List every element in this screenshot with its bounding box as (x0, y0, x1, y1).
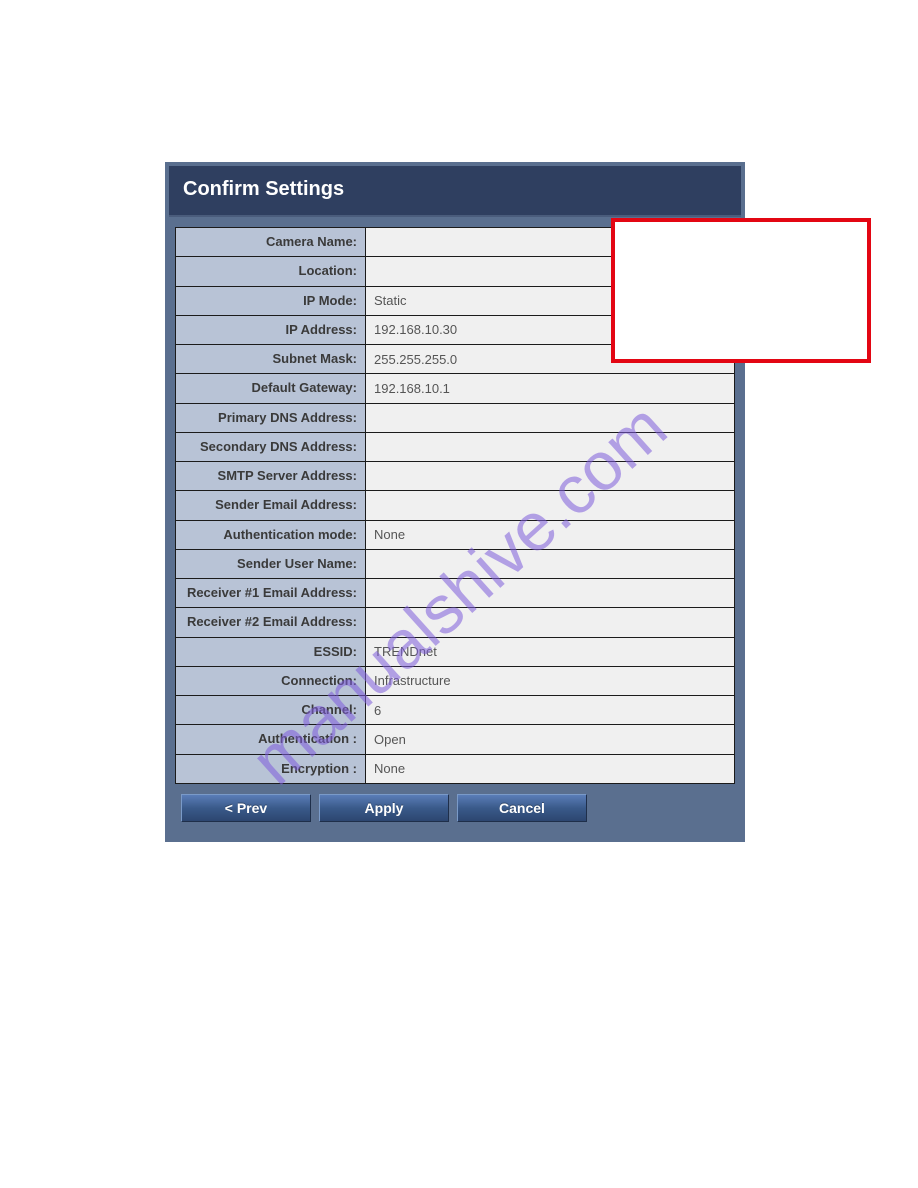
label-smtp-server: SMTP Server Address: (176, 462, 366, 491)
label-secondary-dns: Secondary DNS Address: (176, 432, 366, 461)
value-encryption: None (366, 754, 735, 783)
value-sender-username (366, 549, 735, 578)
label-authentication: Authentication : (176, 725, 366, 754)
value-authentication: Open (366, 725, 735, 754)
value-smtp-server (366, 462, 735, 491)
label-receiver1: Receiver #1 Email Address: (176, 579, 366, 608)
table-row: Encryption : None (176, 754, 735, 783)
label-sender-username: Sender User Name: (176, 549, 366, 578)
value-default-gateway: 192.168.10.1 (366, 374, 735, 403)
apply-button[interactable]: Apply (319, 794, 449, 822)
value-secondary-dns (366, 432, 735, 461)
value-receiver2 (366, 608, 735, 637)
label-camera-name: Camera Name: (176, 228, 366, 257)
value-receiver1 (366, 579, 735, 608)
label-encryption: Encryption : (176, 754, 366, 783)
label-auth-mode: Authentication mode: (176, 520, 366, 549)
label-location: Location: (176, 257, 366, 286)
value-auth-mode: None (366, 520, 735, 549)
table-row: ESSID: TRENDnet (176, 637, 735, 666)
annotation-red-box (611, 218, 871, 363)
table-row: Sender Email Address: (176, 491, 735, 520)
value-sender-email (366, 491, 735, 520)
label-primary-dns: Primary DNS Address: (176, 403, 366, 432)
label-ip-mode: IP Mode: (176, 286, 366, 315)
table-row: Receiver #1 Email Address: (176, 579, 735, 608)
label-sender-email: Sender Email Address: (176, 491, 366, 520)
panel-title: Confirm Settings (169, 166, 741, 217)
label-default-gateway: Default Gateway: (176, 374, 366, 403)
value-channel: 6 (366, 696, 735, 725)
value-connection: Infrastructure (366, 666, 735, 695)
label-receiver2: Receiver #2 Email Address: (176, 608, 366, 637)
table-row: Default Gateway: 192.168.10.1 (176, 374, 735, 403)
label-essid: ESSID: (176, 637, 366, 666)
table-row: Connection: Infrastructure (176, 666, 735, 695)
value-essid: TRENDnet (366, 637, 735, 666)
label-channel: Channel: (176, 696, 366, 725)
label-ip-address: IP Address: (176, 315, 366, 344)
table-row: Receiver #2 Email Address: (176, 608, 735, 637)
prev-button[interactable]: < Prev (181, 794, 311, 822)
value-primary-dns (366, 403, 735, 432)
table-row: Sender User Name: (176, 549, 735, 578)
table-row: Authentication mode: None (176, 520, 735, 549)
label-connection: Connection: (176, 666, 366, 695)
cancel-button[interactable]: Cancel (457, 794, 587, 822)
table-row: Primary DNS Address: (176, 403, 735, 432)
label-subnet-mask: Subnet Mask: (176, 345, 366, 374)
table-row: Secondary DNS Address: (176, 432, 735, 461)
table-row: Authentication : Open (176, 725, 735, 754)
table-row: SMTP Server Address: (176, 462, 735, 491)
button-row: < Prev Apply Cancel (175, 784, 735, 832)
table-row: Channel: 6 (176, 696, 735, 725)
